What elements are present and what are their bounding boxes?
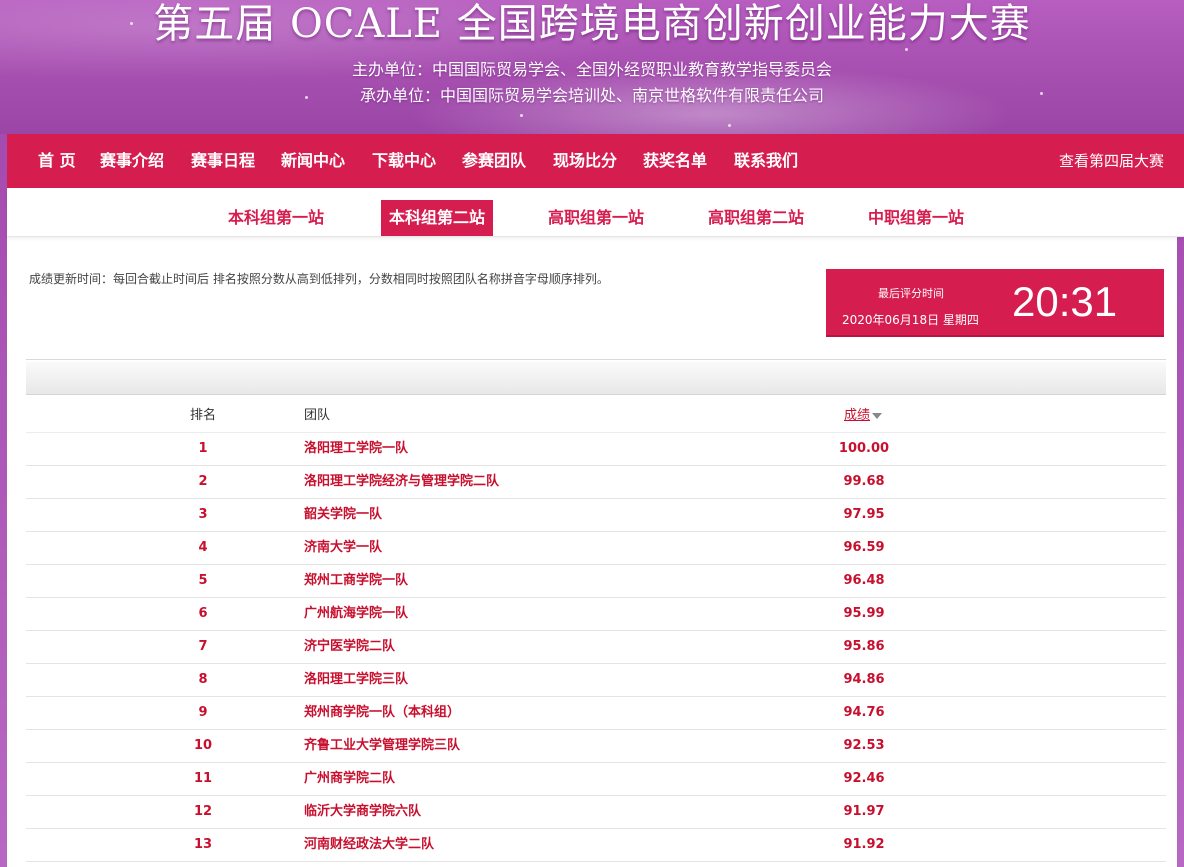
score-cell: 100.00	[838, 441, 890, 456]
table-row: 5 郑州工商学院一队 96.48	[26, 565, 1166, 598]
team-cell[interactable]: 洛阳理工学院一队	[304, 433, 408, 465]
tab-vocational-stage-1[interactable]: 高职组第一站	[540, 200, 652, 236]
score-cell: 94.86	[843, 672, 885, 687]
team-cell[interactable]: 韶关学院一队	[304, 499, 382, 531]
team-cell[interactable]: 广州商学院二队	[304, 763, 395, 795]
table-row: 6 广州航海学院一队 95.99	[26, 598, 1166, 631]
tab-undergrad-stage-1[interactable]: 本科组第一站	[220, 200, 332, 236]
banner-title: 第五届 OCALE 全国跨境电商创新创业能力大赛	[153, 1, 1031, 47]
nav-item-downloads[interactable]: 下载中心	[372, 134, 436, 188]
score-cell: 96.48	[843, 573, 885, 588]
score-cell: 92.53	[843, 738, 885, 753]
score-cell: 92.46	[843, 771, 885, 786]
nav-item-live-scores[interactable]: 现场比分	[553, 134, 617, 188]
team-cell[interactable]: 郑州商学院一队（本科组）	[304, 697, 460, 729]
team-cell[interactable]: 洛阳理工学院经济与管理学院二队	[304, 466, 499, 498]
table-header: 排名 团队 成绩	[26, 399, 1166, 433]
sparkle-decoration	[520, 114, 523, 117]
last-scoring-date: 2020年06月18日 星期四	[842, 313, 979, 327]
team-cell[interactable]: 河南财经政法大学二队	[304, 829, 434, 861]
column-header-team: 团队	[304, 408, 331, 423]
table-row: 8 洛阳理工学院三队 94.86	[26, 664, 1166, 697]
nav-item-introduction[interactable]: 赛事介绍	[100, 134, 164, 188]
nav-item-winners[interactable]: 获奖名单	[643, 134, 707, 188]
score-cell: 91.97	[843, 804, 885, 819]
column-header-rank: 排名	[189, 408, 216, 423]
last-scoring-label: 最后评分时间	[878, 287, 944, 300]
rank-cell: 6	[198, 606, 208, 621]
table-row: 3 韶关学院一队 97.95	[26, 499, 1166, 532]
table-row: 10 齐鲁工业大学管理学院三队 92.53	[26, 730, 1166, 763]
tab-vocational-stage-2[interactable]: 高职组第二站	[700, 200, 812, 236]
banner-host: 承办单位：中国国际贸易学会培训处、南京世格软件有限责任公司	[359, 86, 824, 105]
table-toolbar	[26, 362, 1166, 395]
banner-organizer: 主办单位：中国国际贸易学会、全国外经贸职业教育教学指导委员会	[351, 60, 832, 79]
team-cell[interactable]: 临沂大学商学院六队	[304, 796, 421, 828]
table-row: 11 广州商学院二队 92.46	[26, 763, 1166, 796]
score-cell: 95.86	[843, 639, 885, 654]
nav-item-contact[interactable]: 联系我们	[734, 134, 798, 188]
score-cell: 91.92	[843, 837, 885, 852]
side-frame-left	[0, 134, 7, 867]
table-row: 12 临沂大学商学院六队 91.97	[26, 796, 1166, 829]
rank-cell: 11	[193, 771, 213, 786]
main-nav: 首 页 赛事介绍 赛事日程 新闻中心 下载中心 参赛团队 现场比分 获奖名单 联…	[7, 134, 1184, 188]
score-cell: 97.95	[843, 507, 885, 522]
rank-cell: 8	[198, 672, 208, 687]
rank-cell: 3	[198, 507, 208, 522]
table-row: 1 洛阳理工学院一队 100.00	[26, 433, 1166, 466]
team-cell[interactable]: 广州航海学院一队	[304, 598, 408, 630]
rank-cell: 2	[198, 474, 208, 489]
table-row: 4 济南大学一队 96.59	[26, 532, 1166, 565]
sparkle-decoration	[728, 124, 731, 127]
team-cell[interactable]: 济宁医学院二队	[304, 631, 395, 663]
rank-cell: 10	[193, 738, 213, 753]
rank-cell: 13	[193, 837, 213, 852]
nav-item-schedule[interactable]: 赛事日程	[191, 134, 255, 188]
table-row: 2 洛阳理工学院经济与管理学院二队 99.68	[26, 466, 1166, 499]
team-cell[interactable]: 齐鲁工业大学管理学院三队	[304, 730, 460, 762]
score-cell: 96.59	[843, 540, 885, 555]
last-scoring-time: 20:31	[1012, 278, 1118, 325]
score-header-label[interactable]: 成绩	[844, 408, 870, 423]
side-frame-right	[1177, 134, 1184, 867]
score-update-note: 成绩更新时间：每回合截止时间后 排名按照分数从高到低排列，分数相同时按照团队名称…	[29, 272, 609, 286]
column-header-score[interactable]: 成绩	[844, 399, 883, 432]
team-cell[interactable]: 洛阳理工学院三队	[304, 664, 408, 696]
rank-cell: 7	[198, 639, 208, 654]
ranking-table-body: 1 洛阳理工学院一队 100.00 2 洛阳理工学院经济与管理学院二队 99.68 3 韶关学…	[26, 433, 1166, 862]
team-cell[interactable]: 济南大学一队	[304, 532, 382, 564]
table-row: 9 郑州商学院一队（本科组） 94.76	[26, 697, 1166, 730]
table-row: 7 济宁医学院二队 95.86	[26, 631, 1166, 664]
tab-undergrad-stage-2[interactable]: 本科组第二站	[381, 200, 494, 236]
table-divider	[26, 359, 1166, 360]
score-cell: 99.68	[843, 474, 885, 489]
rank-cell: 1	[198, 441, 208, 456]
rank-cell: 12	[193, 804, 213, 819]
last-scoring-time-box: 最后评分时间 2020年06月18日 星期四 20:31	[826, 269, 1164, 337]
score-cell: 94.76	[843, 705, 885, 720]
sort-desc-icon[interactable]	[872, 412, 883, 419]
nav-item-teams[interactable]: 参赛团队	[462, 134, 526, 188]
rank-cell: 5	[198, 573, 208, 588]
rank-cell: 4	[198, 540, 208, 555]
view-fourth-contest-link[interactable]: 查看第四届大赛	[1059, 134, 1164, 188]
header-banner: 第五届 OCALE 全国跨境电商创新创业能力大赛 主办单位：中国国际贸易学会、全…	[0, 0, 1184, 134]
score-cell: 95.99	[843, 606, 885, 621]
stage-tabs: 本科组第一站 本科组第二站 高职组第一站 高职组第二站 中职组第一站	[7, 188, 1184, 237]
sparkle-decoration	[905, 48, 908, 51]
tab-secondary-stage-1[interactable]: 中职组第一站	[860, 200, 972, 236]
nav-item-home[interactable]: 首 页	[38, 134, 76, 188]
table-row: 13 河南财经政法大学二队 91.92	[26, 829, 1166, 862]
nav-item-news[interactable]: 新闻中心	[281, 134, 345, 188]
team-cell[interactable]: 郑州工商学院一队	[304, 565, 408, 597]
rank-cell: 9	[198, 705, 208, 720]
